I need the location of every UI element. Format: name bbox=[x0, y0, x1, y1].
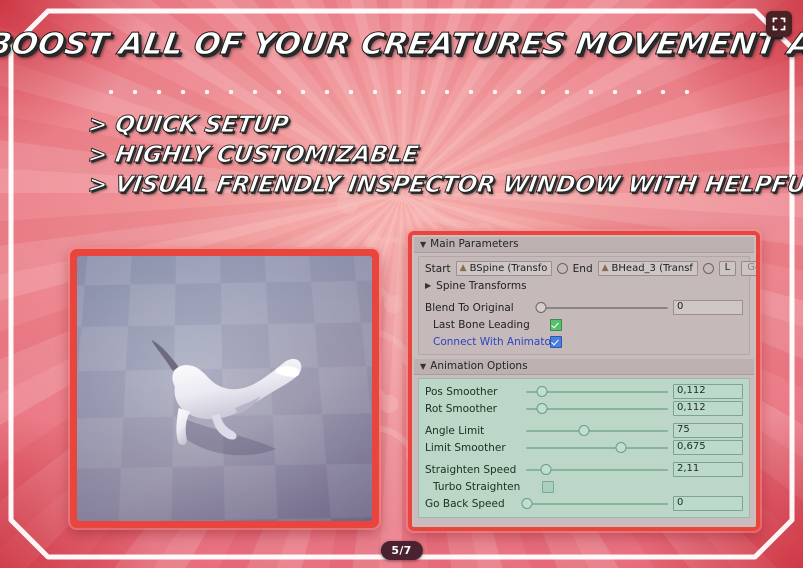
last-bone-leading-label: Last Bone Leading bbox=[433, 318, 530, 331]
lock-button[interactable]: L bbox=[718, 261, 737, 276]
straighten-speed-slider[interactable] bbox=[526, 464, 668, 476]
slider-track bbox=[526, 502, 668, 505]
turbo-straighten-label: Turbo Straighten bbox=[433, 480, 521, 493]
slider-track bbox=[526, 390, 668, 393]
section-header-animation-options[interactable]: ▼ Animation Options bbox=[414, 359, 754, 375]
angle-limit-slider[interactable] bbox=[526, 425, 668, 437]
slider-knob[interactable] bbox=[521, 498, 533, 509]
unity-inspector-window[interactable]: ▼ Main Parameters Start ▲ BSpine (Transf… bbox=[408, 231, 760, 531]
inspector-body: ▼ Main Parameters Start ▲ BSpine (Transf… bbox=[414, 237, 756, 525]
pos-smoother-label: Pos Smoother bbox=[425, 385, 498, 398]
feature-bullet-list: > QUICK SETUP > HIGHLY CUSTOMIZABLE > VI… bbox=[86, 112, 803, 199]
end-object-value: BHead_3 (Transf bbox=[611, 263, 693, 274]
slider-knob[interactable] bbox=[578, 425, 590, 436]
chevron-right-icon[interactable]: ▶ bbox=[425, 281, 431, 290]
dotted-divider bbox=[108, 89, 708, 95]
slide-stage: BOOST ALL OF YOUR CREATURES MOVEMENT ANI… bbox=[0, 0, 803, 568]
slider-track bbox=[526, 429, 668, 432]
get-button[interactable]: Get bbox=[741, 261, 756, 276]
blend-to-original-label: Blend To Original bbox=[425, 301, 514, 314]
slider-track bbox=[540, 306, 668, 309]
main-parameters-group: Start ▲ BSpine (Transfo End ▲ BHead_3 (T… bbox=[418, 256, 756, 355]
feature-bullet-2: > HIGHLY CUSTOMIZABLE bbox=[86, 142, 421, 169]
transform-icon: ▲ bbox=[601, 263, 609, 273]
angle-limit-row: Angle Limit 75 bbox=[419, 422, 749, 439]
connect-with-animator-checkbox[interactable] bbox=[550, 335, 562, 348]
preview-video-surface bbox=[77, 256, 372, 521]
spine-transforms-foldout[interactable]: ▶ Spine Transforms bbox=[419, 277, 749, 294]
pos-smoother-row: Pos Smoother 0,112 bbox=[419, 383, 749, 400]
turbo-straighten-row: Turbo Straighten bbox=[419, 478, 749, 495]
section-header-main-parameters[interactable]: ▼ Main Parameters bbox=[414, 237, 754, 253]
slider-track bbox=[526, 446, 668, 449]
end-object-field[interactable]: ▲ BHead_3 (Transf bbox=[597, 261, 698, 276]
section-title-main-parameters: Main Parameters bbox=[430, 238, 519, 250]
limit-smoother-value[interactable]: 0,675 bbox=[673, 440, 743, 455]
straighten-speed-value[interactable]: 2,11 bbox=[673, 462, 743, 477]
blend-to-original-slider[interactable] bbox=[535, 302, 668, 314]
connect-with-animator-row: Connect With Animator bbox=[419, 333, 749, 350]
rot-smoother-slider[interactable] bbox=[526, 403, 668, 415]
limit-smoother-row: Limit Smoother 0,675 bbox=[419, 439, 749, 456]
page-title: BOOST ALL OF YOUR CREATURES MOVEMENT ANI… bbox=[0, 26, 803, 62]
spine-transforms-label: Spine Transforms bbox=[436, 279, 527, 292]
last-bone-leading-checkbox[interactable] bbox=[550, 318, 562, 331]
pos-smoother-slider[interactable] bbox=[526, 386, 668, 398]
start-label: Start bbox=[425, 262, 451, 275]
limit-smoother-label: Limit Smoother bbox=[425, 441, 506, 454]
blend-to-original-row: Blend To Original 0 bbox=[419, 299, 749, 316]
turbo-straighten-checkbox[interactable] bbox=[542, 480, 554, 493]
go-back-speed-slider[interactable] bbox=[521, 498, 668, 510]
preview-video-panel[interactable] bbox=[70, 249, 379, 528]
rot-smoother-value[interactable]: 0,112 bbox=[673, 401, 743, 416]
slider-track bbox=[526, 407, 668, 410]
pos-smoother-value[interactable]: 0,112 bbox=[673, 384, 743, 399]
feature-bullet-3: > VISUAL FRIENDLY INSPECTOR WINDOW WITH … bbox=[86, 172, 803, 199]
slider-knob[interactable] bbox=[536, 386, 548, 397]
blend-to-original-value[interactable]: 0 bbox=[673, 300, 743, 315]
start-end-row: Start ▲ BSpine (Transfo End ▲ BHead_3 (T… bbox=[419, 260, 756, 277]
end-object-picker-icon[interactable] bbox=[702, 263, 714, 274]
creature-3d-model-icon bbox=[151, 339, 302, 456]
go-back-speed-row: Go Back Speed 0 bbox=[419, 495, 749, 512]
angle-limit-value[interactable]: 75 bbox=[673, 423, 743, 438]
animation-options-group: Pos Smoother 0,112 Rot Smoother 0,112 An… bbox=[418, 378, 750, 518]
slider-knob[interactable] bbox=[536, 403, 548, 414]
feature-bullet-1: > QUICK SETUP bbox=[86, 112, 291, 139]
page-indicator: 5/7 bbox=[380, 541, 423, 560]
fullscreen-expand-icon bbox=[772, 17, 786, 31]
go-back-speed-value[interactable]: 0 bbox=[673, 496, 743, 511]
angle-limit-label: Angle Limit bbox=[425, 424, 485, 437]
rot-smoother-label: Rot Smoother bbox=[425, 402, 497, 415]
chevron-down-icon[interactable]: ▼ bbox=[420, 240, 426, 249]
end-label: End bbox=[572, 262, 593, 275]
slider-knob[interactable] bbox=[535, 302, 547, 313]
straighten-speed-label: Straighten Speed bbox=[425, 463, 517, 476]
start-object-value: BSpine (Transfo bbox=[469, 263, 548, 274]
slider-knob[interactable] bbox=[615, 442, 627, 453]
slider-knob[interactable] bbox=[540, 464, 552, 475]
connect-with-animator-label[interactable]: Connect With Animator bbox=[425, 336, 555, 348]
go-back-speed-label: Go Back Speed bbox=[425, 497, 505, 510]
transform-icon: ▲ bbox=[459, 263, 467, 273]
last-bone-leading-row: Last Bone Leading bbox=[419, 316, 749, 333]
straighten-speed-row: Straighten Speed 2,11 bbox=[419, 461, 749, 478]
start-object-picker-icon[interactable] bbox=[556, 263, 568, 274]
limit-smoother-slider[interactable] bbox=[526, 442, 668, 454]
chevron-down-icon[interactable]: ▼ bbox=[420, 362, 426, 371]
section-title-animation-options: Animation Options bbox=[430, 360, 528, 372]
start-object-field[interactable]: ▲ BSpine (Transfo bbox=[455, 261, 552, 276]
fullscreen-button[interactable] bbox=[766, 11, 792, 37]
rot-smoother-row: Rot Smoother 0,112 bbox=[419, 400, 749, 417]
